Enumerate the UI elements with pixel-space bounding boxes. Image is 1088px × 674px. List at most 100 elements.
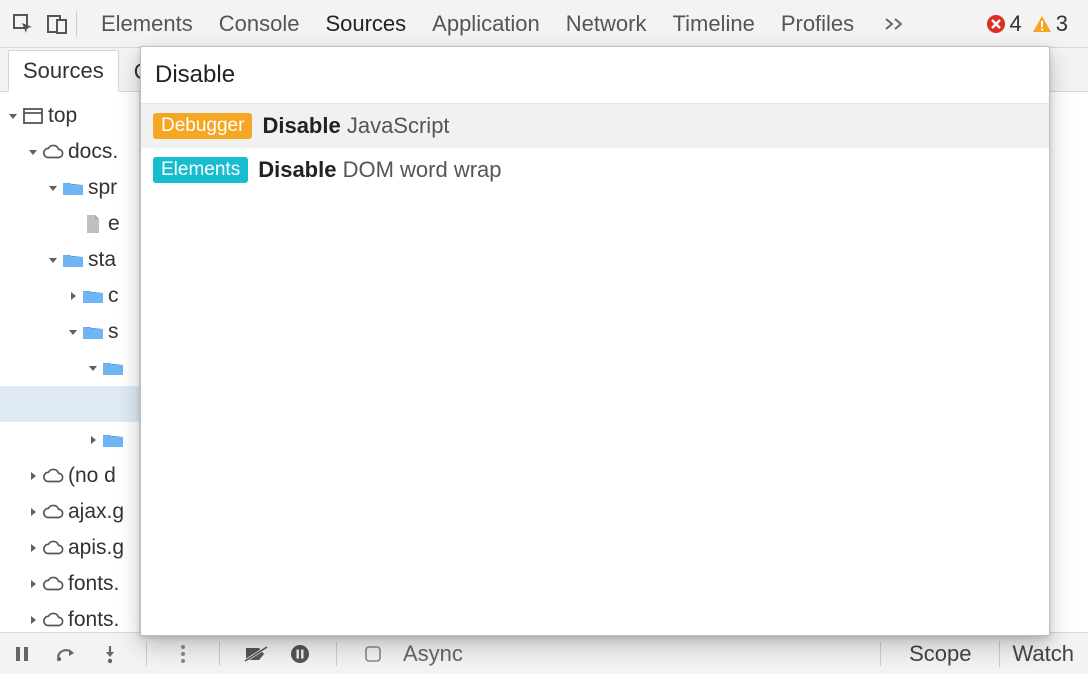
cloud-icon xyxy=(42,504,64,520)
cloud-icon xyxy=(42,612,64,628)
command-menu-input[interactable]: Disable xyxy=(141,47,1049,104)
tree-row[interactable] xyxy=(0,386,139,422)
tree-row[interactable]: sta xyxy=(0,242,139,278)
command-menu-item[interactable]: Debugger Disable JavaScript xyxy=(141,104,1049,148)
caret-right-icon[interactable] xyxy=(26,615,40,625)
command-category-tag: Elements xyxy=(153,157,248,183)
tab-elements[interactable]: Elements xyxy=(97,9,197,39)
tree-row[interactable] xyxy=(0,350,139,386)
inspect-icon xyxy=(12,13,34,35)
caret-down-icon[interactable] xyxy=(86,363,100,373)
tree-row[interactable] xyxy=(0,422,139,458)
caret-right-icon[interactable] xyxy=(66,291,80,301)
caret-right-icon[interactable] xyxy=(26,579,40,589)
caret-down-icon[interactable] xyxy=(46,183,60,193)
pause-circle-icon xyxy=(290,644,310,664)
pause-button[interactable] xyxy=(8,640,36,668)
file-navigator[interactable]: top docs. spr e sta cs (no d ajax.g apis.g fonts.… xyxy=(0,92,140,632)
cloud-icon xyxy=(42,144,64,160)
caret-right-icon[interactable] xyxy=(26,507,40,517)
tree-node-label: c xyxy=(108,284,119,308)
cloud-icon xyxy=(42,576,64,592)
caret-down-icon[interactable] xyxy=(46,255,60,265)
panel-tabs: Elements Console Sources Application Net… xyxy=(97,9,978,39)
tree-node-label: top xyxy=(48,104,77,128)
error-count: 4 xyxy=(1010,11,1022,37)
tree-node-label: spr xyxy=(88,176,117,200)
device-toolbar-button[interactable] xyxy=(40,8,74,40)
command-menu: Disable Debugger Disable JavaScript Elemen… xyxy=(140,46,1050,636)
checkbox-icon xyxy=(364,645,382,663)
device-icon xyxy=(46,13,68,35)
warning-icon[interactable] xyxy=(1032,14,1052,34)
tree-row[interactable]: docs. xyxy=(0,134,139,170)
caret-right-icon[interactable] xyxy=(26,471,40,481)
inspect-element-button[interactable] xyxy=(6,8,40,40)
error-icon[interactable] xyxy=(986,14,1006,34)
deactivate-breakpoints-button[interactable] xyxy=(242,640,270,668)
divider xyxy=(219,642,220,666)
warning-count: 3 xyxy=(1056,11,1068,37)
tree-node-label: (no d xyxy=(68,464,116,488)
tab-profiles[interactable]: Profiles xyxy=(777,9,858,39)
divider xyxy=(880,642,881,666)
tab-network[interactable]: Network xyxy=(562,9,651,39)
debugger-toolbar: Async Scope Watch xyxy=(0,632,1088,674)
command-category-tag: Debugger xyxy=(153,113,252,139)
tree-row[interactable]: fonts. xyxy=(0,566,139,602)
caret-right-icon[interactable] xyxy=(86,435,100,445)
tree-node-label: docs. xyxy=(68,140,118,164)
caret-down-icon[interactable] xyxy=(6,111,20,121)
tree-row[interactable]: fonts. xyxy=(0,602,139,632)
watch-tab[interactable]: Watch xyxy=(999,641,1080,667)
cloud-icon xyxy=(42,468,64,484)
tree-node-label: s xyxy=(108,320,119,344)
tree-row[interactable]: s xyxy=(0,314,139,350)
command-menu-item[interactable]: Elements Disable DOM word wrap xyxy=(141,148,1049,192)
step-over-button[interactable] xyxy=(52,640,80,668)
tab-console[interactable]: Console xyxy=(215,9,304,39)
tab-application[interactable]: Application xyxy=(428,9,544,39)
chevron-double-right-icon xyxy=(884,17,906,31)
folder-icon xyxy=(82,288,104,304)
folder-icon xyxy=(102,432,124,448)
caret-right-icon[interactable] xyxy=(26,543,40,553)
scope-tab[interactable]: Scope xyxy=(903,641,977,667)
pause-on-exceptions-button[interactable] xyxy=(286,640,314,668)
tab-timeline[interactable]: Timeline xyxy=(668,9,758,39)
tab-overflow-button[interactable] xyxy=(876,17,914,31)
tree-row[interactable]: c xyxy=(0,278,139,314)
tree-row[interactable]: (no d xyxy=(0,458,139,494)
tree-node-label: e xyxy=(108,212,120,236)
window-icon xyxy=(22,108,44,124)
file-icon xyxy=(82,214,104,234)
folder-icon xyxy=(62,252,84,268)
async-label: Async xyxy=(403,641,463,667)
caret-down-icon[interactable] xyxy=(66,327,80,337)
command-label: Disable DOM word wrap xyxy=(258,157,501,183)
folder-icon xyxy=(82,324,104,340)
step-into-icon xyxy=(101,644,119,664)
devtools-toolbar: Elements Console Sources Application Net… xyxy=(0,0,1088,48)
tree-row[interactable]: spr xyxy=(0,170,139,206)
tab-sources[interactable]: Sources xyxy=(321,9,410,39)
tree-node-label: ajax.g xyxy=(68,500,124,524)
divider xyxy=(146,642,147,666)
tree-row[interactable]: e xyxy=(0,206,139,242)
tree-row[interactable]: top xyxy=(0,98,139,134)
async-checkbox[interactable] xyxy=(359,640,387,668)
tree-node-label: fonts. xyxy=(68,572,119,596)
step-into-button[interactable] xyxy=(96,640,124,668)
tree-node-label: sta xyxy=(88,248,116,272)
command-label: Disable JavaScript xyxy=(262,113,449,139)
tree-row[interactable]: ajax.g xyxy=(0,494,139,530)
command-menu-list: Debugger Disable JavaScript Elements Disabl… xyxy=(141,104,1049,192)
breakpoint-slash-icon xyxy=(244,645,268,663)
more-button[interactable] xyxy=(169,640,197,668)
tree-row[interactable]: apis.g xyxy=(0,530,139,566)
folder-icon xyxy=(62,180,84,196)
caret-down-icon[interactable] xyxy=(26,147,40,157)
kebab-icon xyxy=(180,644,186,664)
subtab-sources[interactable]: Sources xyxy=(8,50,119,92)
step-over-icon xyxy=(55,645,77,663)
